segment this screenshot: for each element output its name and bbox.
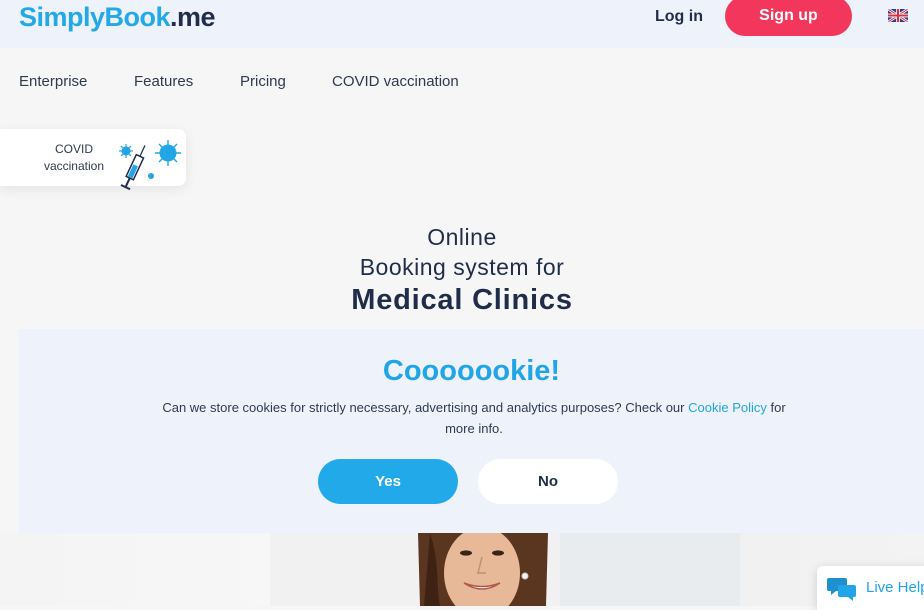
cookie-decline-button[interactable]: No (478, 459, 618, 504)
logo-part-me: .me (170, 2, 216, 32)
nav-item-features[interactable]: Features (134, 73, 193, 90)
cookie-banner-text: Can we store cookies for strictly necess… (159, 397, 789, 439)
main-nav: Enterprise Features Pricing COVID vaccin… (0, 70, 924, 94)
syringe-virus-icon (119, 140, 181, 191)
logo-part-simply: Simply (19, 2, 105, 32)
cookie-accept-button[interactable]: Yes (318, 459, 458, 504)
cookie-policy-link[interactable]: Cookie Policy (688, 400, 767, 415)
cookie-banner-title: Cooooookie! (382, 355, 561, 387)
login-link[interactable]: Log in (655, 8, 703, 26)
covid-card-line1: COVID (54, 142, 93, 156)
doctor-photo-image (270, 533, 740, 606)
signup-button[interactable]: Sign up (725, 0, 852, 36)
hero-photo (0, 533, 924, 606)
simplybook-logo[interactable]: SimplyBook.me (19, 2, 216, 33)
hero-line-booking: Booking system for (359, 254, 565, 280)
live-help-widget[interactable]: Live Help (817, 566, 924, 610)
uk-flag-icon[interactable] (888, 9, 908, 22)
nav-item-pricing[interactable]: Pricing (240, 73, 286, 90)
covid-vaccination-card[interactable]: COVID vaccination (0, 129, 186, 191)
top-bar: SimplyBook.me Log in Sign up (0, 0, 924, 48)
cookie-consent-banner: Cooooookie! Can we store cookies for str… (19, 329, 924, 533)
covid-card-line2: vaccination (43, 159, 105, 173)
hero-line-online: Online (427, 224, 497, 250)
live-help-label: Live Help (866, 579, 924, 596)
chat-bubbles-icon (827, 578, 856, 601)
nav-item-enterprise[interactable]: Enterprise (19, 73, 87, 90)
hero-title-medical-clinics: Medical Clinics (351, 284, 573, 316)
logo-part-book: Book (104, 2, 171, 32)
nav-item-covid-vaccination[interactable]: COVID vaccination (332, 73, 459, 90)
covid-card-label: COVID vaccination (36, 141, 112, 175)
cookie-text-before: Can we store cookies for strictly necess… (162, 400, 689, 415)
